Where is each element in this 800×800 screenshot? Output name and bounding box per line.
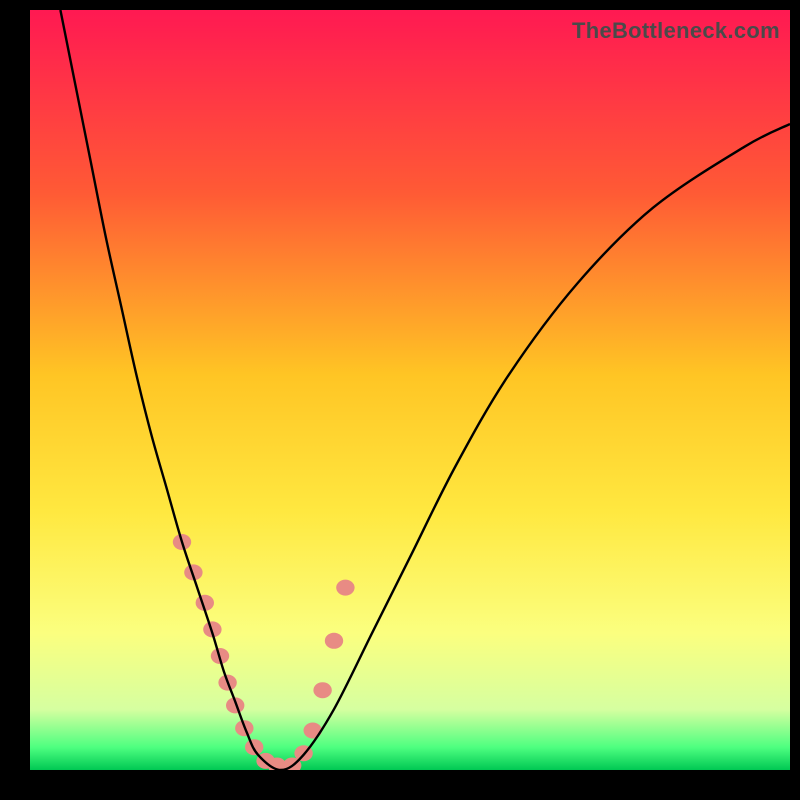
highlight-dot: [304, 722, 322, 738]
bottleneck-curve: [60, 10, 790, 770]
chart-frame: TheBottleneck.com: [30, 10, 790, 770]
chart-svg: [30, 10, 790, 770]
marker-layer: [173, 534, 355, 770]
highlight-dot: [336, 580, 354, 596]
watermark-text: TheBottleneck.com: [572, 18, 780, 44]
highlight-dot: [325, 633, 343, 649]
highlight-dot: [313, 682, 331, 698]
